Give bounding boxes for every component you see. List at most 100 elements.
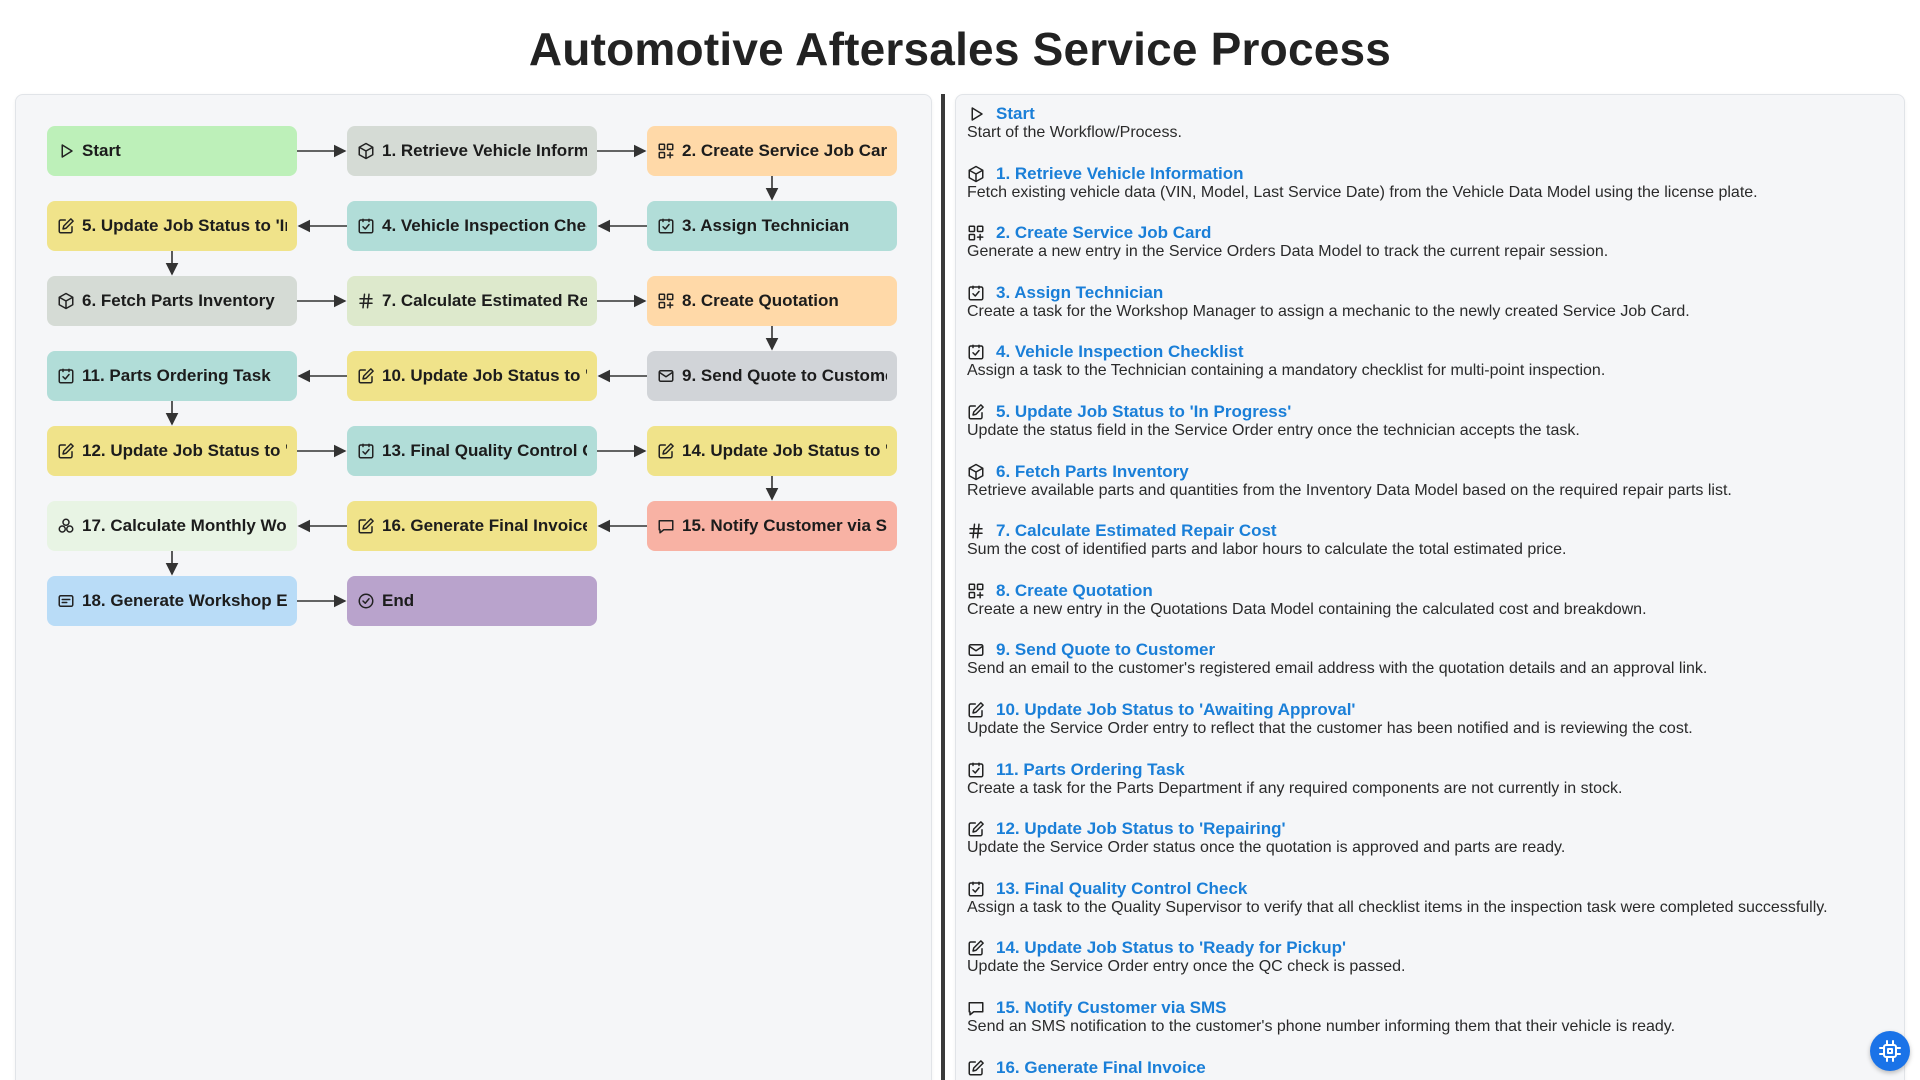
edit-icon <box>967 403 985 421</box>
flow-node-label: 11. Parts Ordering Task <box>82 366 271 385</box>
panel-divider[interactable] <box>941 94 945 1080</box>
report-icon <box>57 592 75 610</box>
step-item: 16. Generate Final Invoice <box>967 1057 1206 1079</box>
flow-node-label: 2. Create Service Job Card <box>682 141 887 160</box>
checkbox-icon <box>357 217 375 235</box>
flow-node-label: 3. Assign Technician <box>682 216 850 235</box>
flow-node-label: 5. Update Job Status to 'In Progress' <box>82 216 287 235</box>
step-title-link[interactable]: 11. Parts Ordering Task <box>996 760 1185 780</box>
flow-node-n2[interactable]: 2. Create Service Job Card <box>647 126 897 176</box>
step-title-link[interactable]: 15. Notify Customer via SMS <box>996 998 1227 1018</box>
edit-icon <box>967 1059 985 1077</box>
step-title-link[interactable]: 10. Update Job Status to 'Awaiting Appro… <box>996 700 1355 720</box>
step-item: 8. Create Quotation Create a new entry in… <box>967 580 1647 619</box>
checkbox-icon <box>657 217 675 235</box>
flow-node-n6[interactable]: 6. Fetch Parts Inventory <box>47 276 297 326</box>
step-item: 1. Retrieve Vehicle Information Fetch exi… <box>967 163 1758 202</box>
flow-node-n12[interactable]: 12. Update Job Status to 'Repairing' <box>47 426 297 476</box>
flow-node-n1[interactable]: 1. Retrieve Vehicle Information <box>347 126 597 176</box>
step-item: 10. Update Job Status to 'Awaiting Appro… <box>967 699 1693 738</box>
step-title-link[interactable]: 13. Final Quality Control Check <box>996 879 1247 899</box>
step-title-link[interactable]: 7. Calculate Estimated Repair Cost <box>996 521 1277 541</box>
flow-node-n14[interactable]: 14. Update Job Status to 'Ready for Pick… <box>647 426 897 476</box>
flow-node-n11[interactable]: 11. Parts Ordering Task <box>47 351 297 401</box>
edit-icon <box>57 442 75 460</box>
cube-icon <box>57 292 75 310</box>
flow-diagram-panel: Start 1. Retrieve Vehicle Information 2. C… <box>15 94 932 1080</box>
step-description: Create a task for the Workshop Manager t… <box>967 302 1690 320</box>
flow-node-n9[interactable]: 9. Send Quote to Customer <box>647 351 897 401</box>
step-title-link[interactable]: 6. Fetch Parts Inventory <box>996 462 1189 482</box>
flow-node-n10[interactable]: 10. Update Job Status to 'Awaiting Appro… <box>347 351 597 401</box>
flow-node-n5[interactable]: 5. Update Job Status to 'In Progress' <box>47 201 297 251</box>
grid-plus-icon <box>657 142 675 160</box>
step-description: Create a task for the Parts Department i… <box>967 779 1623 797</box>
step-item: 9. Send Quote to Customer Send an email t… <box>967 639 1707 678</box>
page-title: Automotive Aftersales Service Process <box>528 23 1392 75</box>
checkbox-icon <box>967 343 985 361</box>
checkbox-icon <box>967 880 985 898</box>
mail-icon <box>967 641 985 659</box>
step-description: Update the Service Order entry once the … <box>967 958 1406 976</box>
step-details-panel: Start Start of the Workflow/Process. 1. Re… <box>955 94 1905 1080</box>
flow-node-n17[interactable]: 17. Calculate Monthly Workshop Metrics <box>47 501 297 551</box>
step-item: 12. Update Job Status to 'Repairing' Upda… <box>967 818 1565 857</box>
step-title-link[interactable]: 2. Create Service Job Card <box>996 223 1211 243</box>
chip-icon <box>1878 1039 1902 1063</box>
grid-plus-icon <box>967 224 985 242</box>
step-item: 13. Final Quality Control Check Assign a … <box>967 878 1828 917</box>
step-item: 14. Update Job Status to 'Ready for Pick… <box>967 937 1405 976</box>
play-icon <box>57 142 75 160</box>
grid-plus-icon <box>967 582 985 600</box>
step-title-link[interactable]: 16. Generate Final Invoice <box>996 1058 1206 1078</box>
check-circle-icon <box>357 592 375 610</box>
step-title-link[interactable]: 14. Update Job Status to 'Ready for Pick… <box>996 938 1346 958</box>
step-title-link[interactable]: 5. Update Job Status to 'In Progress' <box>996 402 1291 422</box>
step-item: 3. Assign Technician Create a task for th… <box>967 282 1690 321</box>
grid-plus-icon <box>657 292 675 310</box>
edit-icon <box>357 517 375 535</box>
flow-node-n18[interactable]: 18. Generate Workshop Efficiency Report <box>47 576 297 626</box>
step-title-link[interactable]: 1. Retrieve Vehicle Information <box>996 164 1244 184</box>
step-description: Assign a task to the Technician containi… <box>967 362 1606 380</box>
step-item: 5. Update Job Status to 'In Progress' Upd… <box>967 401 1580 440</box>
checkbox-icon <box>357 442 375 460</box>
flow-node-n7[interactable]: 7. Calculate Estimated Repair Cost <box>347 276 597 326</box>
checkbox-icon <box>967 761 985 779</box>
step-description: Retrieve available parts and quantities … <box>967 481 1732 499</box>
flow-node-label: 18. Generate Workshop Efficiency Report <box>82 591 287 610</box>
flow-node-label: Start <box>82 141 121 160</box>
edit-icon <box>357 367 375 385</box>
assistant-fab[interactable] <box>1870 1031 1910 1071</box>
step-item: 7. Calculate Estimated Repair Cost Sum th… <box>967 520 1566 559</box>
step-description: Update the Service Order status once the… <box>967 839 1566 857</box>
step-title-link[interactable]: 9. Send Quote to Customer <box>996 640 1215 660</box>
step-item: 11. Parts Ordering Task Create a task for… <box>967 759 1622 798</box>
chart-icon <box>57 517 75 535</box>
flow-node-end[interactable]: End <box>347 576 597 626</box>
step-description: Send an email to the customer's register… <box>967 660 1708 678</box>
flow-node-start[interactable]: Start <box>47 126 297 176</box>
flow-node-label: 7. Calculate Estimated Repair Cost <box>382 291 587 310</box>
sms-icon <box>967 999 985 1017</box>
flow-node-label: 14. Update Job Status to 'Ready for Pick… <box>682 441 887 460</box>
step-item: Start Start of the Workflow/Process. <box>967 103 1182 142</box>
flow-node-n13[interactable]: 13. Final Quality Control Check <box>347 426 597 476</box>
flow-node-n16[interactable]: 16. Generate Final Invoice <box>347 501 597 551</box>
step-title-link[interactable]: 3. Assign Technician <box>996 283 1163 303</box>
cube-icon <box>967 463 985 481</box>
step-title-link[interactable]: Start <box>996 104 1035 124</box>
step-title-link[interactable]: 8. Create Quotation <box>996 581 1153 601</box>
flow-node-n15[interactable]: 15. Notify Customer via SMS <box>647 501 897 551</box>
step-description: Fetch existing vehicle data (VIN, Model,… <box>967 183 1758 201</box>
flow-node-label: 8. Create Quotation <box>682 291 839 310</box>
hash-icon <box>357 292 375 310</box>
step-title-link[interactable]: 12. Update Job Status to 'Repairing' <box>996 819 1286 839</box>
flow-node-n8[interactable]: 8. Create Quotation <box>647 276 897 326</box>
flow-node-n4[interactable]: 4. Vehicle Inspection Checklist <box>347 201 597 251</box>
flow-node-n3[interactable]: 3. Assign Technician <box>647 201 897 251</box>
flow-node-label: 16. Generate Final Invoice <box>382 516 587 535</box>
flow-node-label: 10. Update Job Status to 'Awaiting Appro… <box>382 366 587 385</box>
flow-node-label: End <box>382 591 415 610</box>
step-title-link[interactable]: 4. Vehicle Inspection Checklist <box>996 342 1244 362</box>
